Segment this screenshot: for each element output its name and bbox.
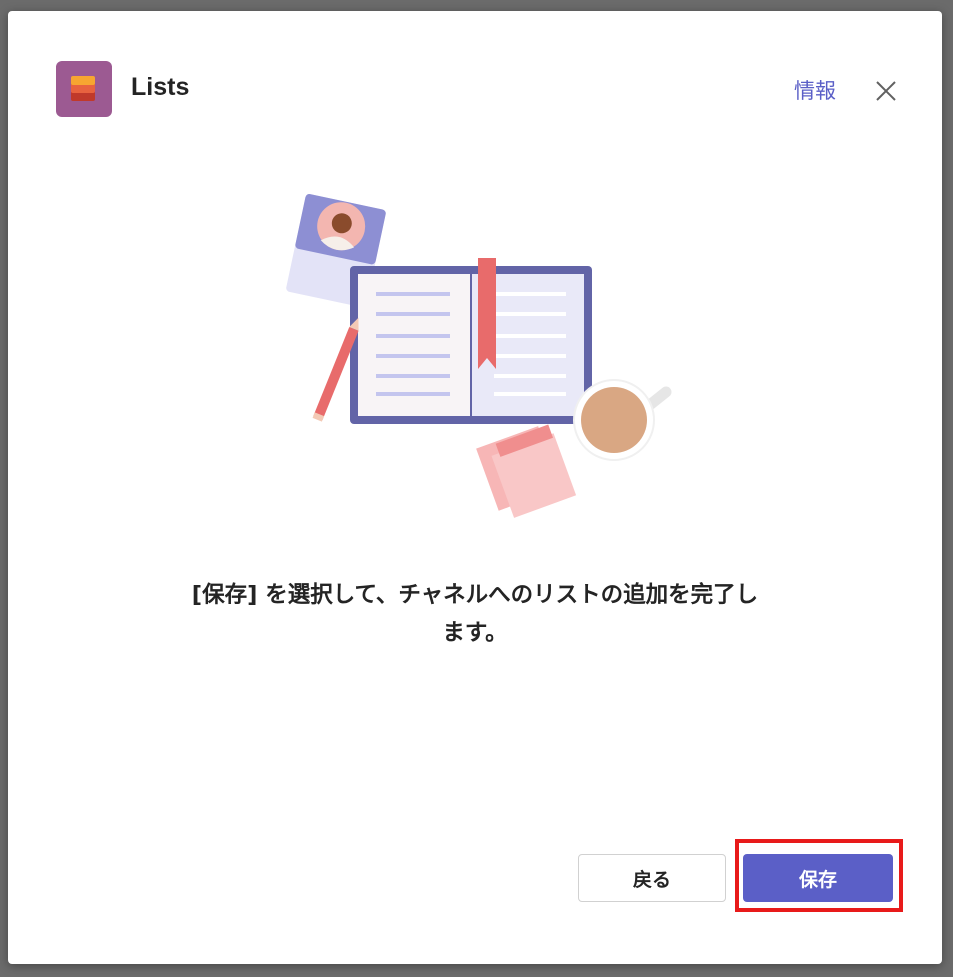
back-button[interactable]: 戻る [578, 854, 726, 902]
open-book-illustration [286, 193, 672, 518]
app-title: Lists [131, 73, 190, 101]
save-button[interactable]: 保存 [743, 854, 893, 902]
lists-app-icon [56, 61, 112, 117]
close-button[interactable] [872, 77, 900, 105]
add-lists-dialog: Lists 情報 [保存] を選択して、チャネルへのリストの追加を完了し ます。… [8, 11, 942, 964]
message-line-1: [保存] を選択して、チャネルへのリストの追加を完了し [191, 582, 759, 608]
message-line-2: ます。 [442, 620, 508, 646]
close-icon [876, 81, 896, 101]
info-link[interactable]: 情報 [794, 75, 836, 105]
instruction-message: [保存] を選択して、チャネルへのリストの追加を完了し ます。 [68, 576, 882, 652]
